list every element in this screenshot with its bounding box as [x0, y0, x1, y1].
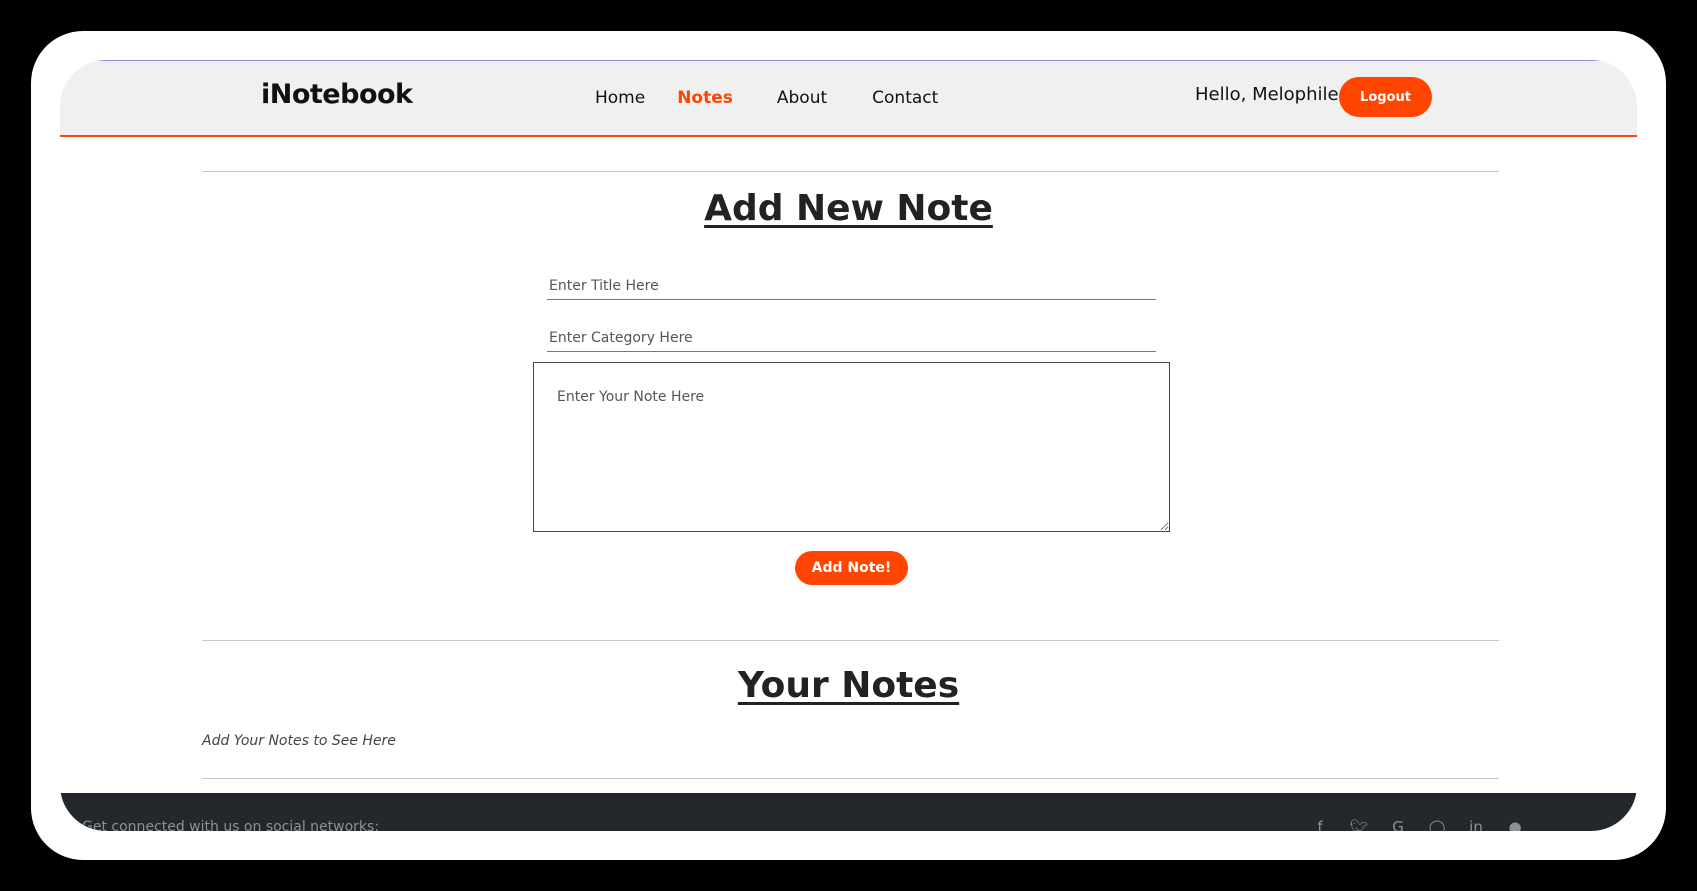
google-icon[interactable]: G — [1388, 817, 1408, 831]
footer: Get connected with us on social networks… — [60, 793, 1637, 831]
logout-button[interactable]: Logout — [1339, 77, 1432, 117]
footer-social-text: Get connected with us on social networks… — [82, 819, 380, 831]
note-category-input[interactable] — [547, 324, 1156, 352]
divider-top — [202, 171, 1499, 172]
social-links: f 🐦︎ G ◯ in ● — [1310, 817, 1544, 831]
nav-link-contact[interactable]: Contact — [872, 88, 938, 108]
facebook-icon[interactable]: f — [1310, 817, 1330, 831]
navbar: iNotebook Home Notes About Contact Hello… — [60, 60, 1637, 137]
nav-links: Home Notes About Contact — [595, 61, 970, 135]
instagram-icon[interactable]: ◯ — [1427, 817, 1447, 831]
divider-bottom — [202, 778, 1499, 779]
divider-middle — [202, 640, 1499, 641]
twitter-icon[interactable]: 🐦︎ — [1349, 817, 1369, 831]
browser-frame: iNotebook Home Notes About Contact Hello… — [31, 31, 1666, 860]
note-title-input[interactable] — [547, 272, 1156, 300]
linkedin-icon[interactable]: in — [1466, 817, 1486, 831]
github-icon[interactable]: ● — [1505, 817, 1525, 831]
add-note-heading: Add New Note — [704, 188, 993, 229]
app-viewport: iNotebook Home Notes About Contact Hello… — [60, 60, 1637, 831]
empty-notes-message: Add Your Notes to See Here — [202, 733, 396, 749]
brand-logo[interactable]: iNotebook — [261, 79, 413, 110]
add-note-button[interactable]: Add Note! — [795, 551, 908, 585]
nav-link-about[interactable]: About — [777, 88, 827, 108]
note-body-textarea[interactable] — [533, 362, 1170, 532]
nav-link-home[interactable]: Home — [595, 88, 645, 108]
user-greeting: Hello, Melophile — [1195, 84, 1339, 105]
nav-link-notes[interactable]: Notes — [677, 88, 733, 108]
your-notes-heading: Your Notes — [737, 665, 960, 706]
